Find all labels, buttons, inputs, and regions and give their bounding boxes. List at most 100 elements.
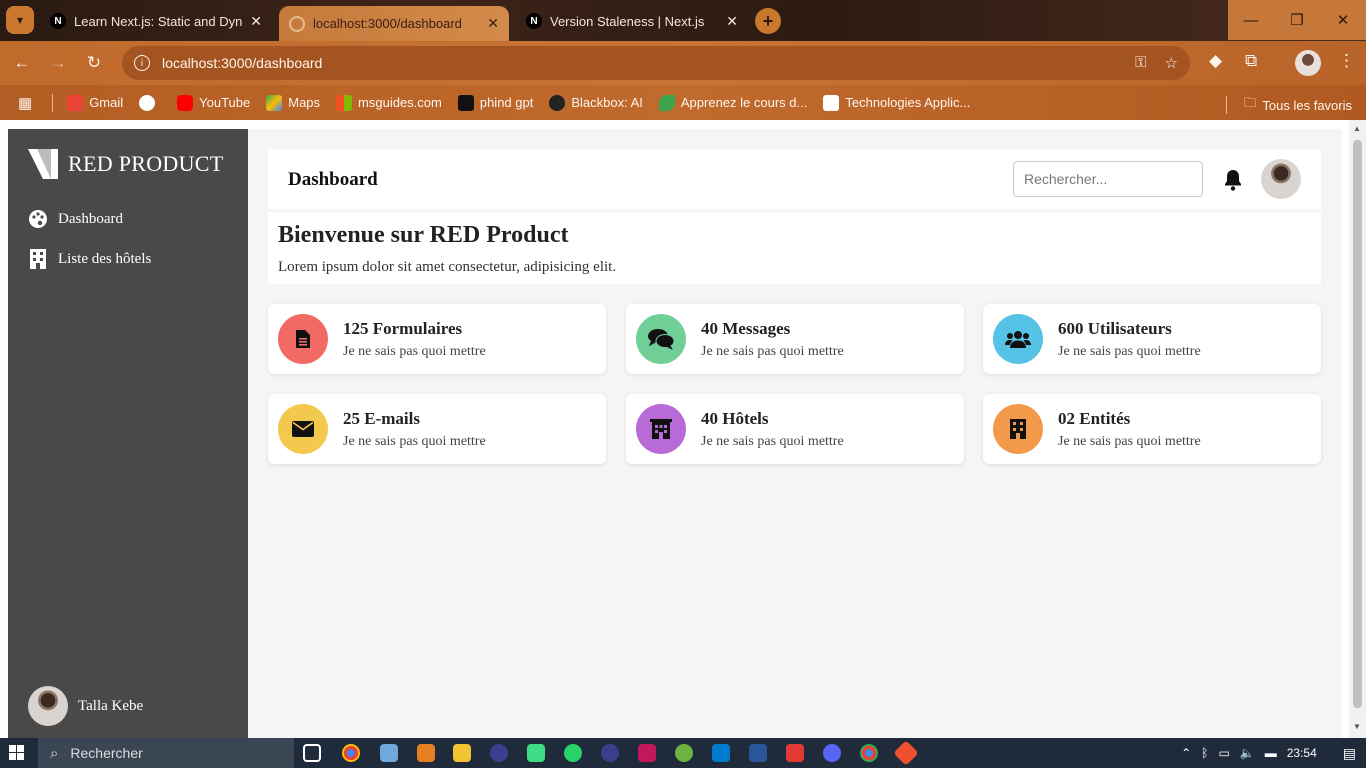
task-view-icon[interactable]	[303, 744, 321, 762]
more-menu-icon[interactable]: ⋮	[1338, 51, 1355, 71]
whatsapp-icon[interactable]	[564, 744, 582, 762]
notifications-icon[interactable]: ▤	[1343, 745, 1356, 762]
card-title: 40 Messages	[701, 319, 791, 338]
tab-version-staleness[interactable]: N Version Staleness | Next.js ✕	[516, 6, 748, 36]
close-tab-icon[interactable]: ✕	[726, 13, 738, 30]
tab-dashboard[interactable]: localhost:3000/dashboard ✕	[279, 6, 509, 41]
card-title: 25 E-mails	[343, 409, 420, 428]
scroll-thumb[interactable]	[1353, 140, 1362, 708]
msguides-icon	[336, 94, 353, 111]
new-tab-button[interactable]: +	[755, 8, 781, 34]
site-info-icon[interactable]: i	[134, 55, 150, 71]
card-subtitle: Je ne sais pas quoi mettre	[701, 344, 844, 359]
sidebar-user[interactable]: Talla Kebe	[28, 686, 143, 726]
scroll-down-icon[interactable]: ▼	[1353, 722, 1361, 731]
discord-icon[interactable]	[823, 744, 841, 762]
sidebar-item-label: Liste des hôtels	[58, 250, 152, 267]
all-bookmarks-button[interactable]: 🗀 Tous les favoris	[1226, 94, 1352, 116]
building-icon	[993, 404, 1043, 454]
close-tab-icon[interactable]: ✕	[250, 13, 262, 30]
battery-icon[interactable]: ▬	[1265, 746, 1277, 760]
avatar[interactable]	[1261, 159, 1301, 199]
bookmark-maps[interactable]: Maps	[266, 94, 321, 111]
chrome-icon[interactable]	[342, 744, 360, 762]
stat-card-formulaires[interactable]: 125 Formulaires Je ne sais pas quoi mett…	[268, 304, 606, 374]
profile-avatar[interactable]	[1295, 50, 1321, 76]
forward-button[interactable]: →	[46, 51, 70, 75]
welcome-text: Lorem ipsum dolor sit amet consectetur, …	[278, 259, 617, 275]
vscode-icon[interactable]	[712, 744, 730, 762]
notepad-icon[interactable]	[380, 744, 398, 762]
minimize-button[interactable]: —	[1228, 0, 1274, 40]
back-button[interactable]: ←	[10, 51, 34, 75]
network-icon[interactable]: ▭	[1218, 746, 1229, 760]
bell-icon[interactable]	[1223, 169, 1243, 196]
sidebar-item-dashboard[interactable]: Dashboard	[28, 209, 123, 229]
bookmark-label: Blackbox: AI	[571, 95, 643, 110]
bookmark-label: Maps	[288, 95, 321, 110]
scroll-up-icon[interactable]: ▲	[1353, 124, 1361, 133]
sidebar-item-label: Dashboard	[58, 210, 123, 227]
reload-button[interactable]: ↻	[82, 51, 106, 75]
android-studio-icon[interactable]	[527, 744, 545, 762]
camera-icon[interactable]	[786, 744, 804, 762]
stat-card-messages[interactable]: 40 Messages Je ne sais pas quoi mettre	[626, 304, 964, 374]
volume-icon[interactable]: 🔈	[1240, 746, 1255, 760]
bookmark-blackbox[interactable]: Blackbox: AI	[549, 94, 643, 111]
palette-icon	[28, 209, 48, 229]
bluetooth-icon[interactable]: ᛒ	[1201, 746, 1208, 760]
folder-icon: 🗀	[1243, 95, 1257, 110]
key-icon[interactable]: ⚿	[1135, 54, 1146, 72]
address-bar[interactable]: i localhost:3000/dashboard ⚿ ☆	[122, 46, 1190, 80]
bookmark-label: Gmail	[89, 95, 124, 110]
extension-icon[interactable]: ◆	[1209, 51, 1222, 71]
blackbox-icon	[549, 94, 566, 111]
bookmark-msguides[interactable]: msguides.com	[336, 94, 442, 111]
bookmark-globe[interactable]	[139, 94, 161, 111]
clock[interactable]: 23:54	[1287, 746, 1317, 760]
eclipse-icon[interactable]	[601, 744, 619, 762]
tab-search-button[interactable]: ▾	[6, 6, 34, 34]
brand[interactable]: RED PRODUCT	[28, 149, 224, 179]
chevron-down-icon: ▾	[16, 13, 24, 27]
eclipse-icon[interactable]	[490, 744, 508, 762]
bookmark-gmail[interactable]: Gmail	[67, 94, 124, 111]
tab-learn-nextjs[interactable]: N Learn Next.js: Static and Dynam ✕	[40, 6, 272, 36]
search-input[interactable]	[1013, 161, 1203, 197]
bookmark-apprenez[interactable]: Apprenez le cours d...	[658, 94, 807, 111]
stat-card-emails[interactable]: 25 E-mails Je ne sais pas quoi mettre	[268, 394, 606, 464]
nextjs-favicon-icon: N	[526, 13, 542, 29]
apps-grid-icon[interactable]: ▦	[18, 94, 32, 112]
intellij-icon[interactable]	[638, 744, 656, 762]
star-icon[interactable]: ☆	[1165, 54, 1178, 72]
close-tab-icon[interactable]: ✕	[487, 15, 499, 32]
stat-card-hotels[interactable]: 40 Hôtels Je ne sais pas quoi mettre	[626, 394, 964, 464]
bookmark-technologies[interactable]: Technologies Applic...	[823, 94, 970, 111]
card-subtitle: Je ne sais pas quoi mettre	[343, 434, 486, 449]
file-explorer-icon[interactable]	[453, 744, 471, 762]
chrome-icon[interactable]	[860, 744, 878, 762]
git-icon[interactable]	[893, 740, 919, 766]
brand-logo-icon	[28, 149, 58, 179]
all-bookmarks-label: Tous les favoris	[1262, 97, 1352, 113]
stat-card-entites[interactable]: 02 Entités Je ne sais pas quoi mettre	[983, 394, 1321, 464]
bookmark-label: msguides.com	[358, 95, 442, 110]
close-window-button[interactable]: ✕	[1320, 0, 1366, 40]
page-scrollbar[interactable]: ▲ ▼	[1349, 120, 1366, 738]
maximize-button[interactable]: ❐	[1274, 0, 1320, 40]
xampp-icon[interactable]	[417, 744, 435, 762]
word-icon[interactable]	[749, 744, 767, 762]
sidebar-item-hotels[interactable]: Liste des hôtels	[28, 249, 151, 269]
taskbar-search[interactable]: ⌕ Rechercher	[38, 738, 294, 768]
bookmark-youtube[interactable]: YouTube	[177, 94, 250, 111]
avatar	[28, 686, 68, 726]
building-icon	[28, 249, 48, 269]
windows-start-icon[interactable]	[9, 745, 25, 761]
chevron-up-icon[interactable]: ⌃	[1181, 746, 1191, 760]
puzzle-icon[interactable]: ⧉	[1245, 51, 1257, 71]
tab-title: Version Staleness | Next.js	[550, 13, 705, 29]
bookmark-phind[interactable]: phind gpt	[457, 94, 533, 111]
stat-card-utilisateurs[interactable]: 600 Utilisateurs Je ne sais pas quoi met…	[983, 304, 1321, 374]
bookmarks-bar: ▦ Gmail YouTube Maps msguides.com phind …	[0, 85, 1366, 120]
spring-icon[interactable]	[675, 744, 693, 762]
